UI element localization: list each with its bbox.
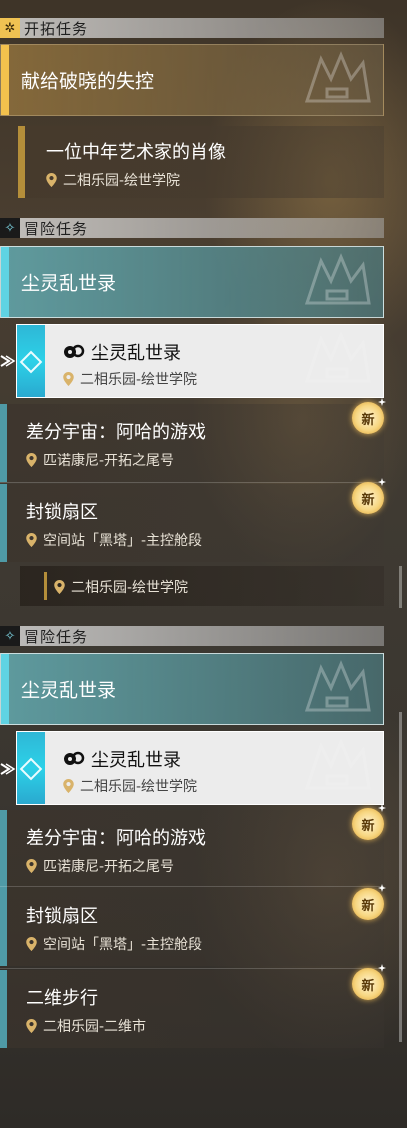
accent-bar [1, 654, 9, 724]
location-text: 二相乐园-绘世学院 [63, 173, 181, 189]
selected-quest-title-row: 尘灵乱世录 [63, 339, 181, 365]
location: 二相乐园-绘世学院 [46, 170, 180, 190]
location-text: 空间站「黑塔」-主控舱段 [43, 937, 203, 953]
selection-arrow-icon [0, 763, 16, 775]
section-title: 冒险任务 [24, 219, 89, 238]
quest-item[interactable]: 差分宇宙：阿哈的游戏 匹诺康尼-开拓之尾号 [0, 810, 384, 888]
quest-group-header[interactable]: 尘灵乱世录 [0, 246, 384, 318]
location-pin-icon [26, 533, 37, 547]
divider [0, 482, 384, 483]
section-header-trailblaze: ✲ 开拓任务 [0, 18, 384, 38]
accent-bar [18, 126, 25, 198]
location-text: 匹诺康尼-开拓之尾号 [43, 453, 175, 469]
adventure-icon: ✧ [0, 218, 20, 238]
scrollbar[interactable] [399, 712, 402, 1042]
quest-item[interactable]: 二维步行 二相乐园-二维市 [0, 970, 384, 1048]
quest-group-title: 尘灵乱世录 [21, 679, 117, 702]
selection-strip [17, 732, 45, 804]
new-badge-icon: 新 [352, 402, 384, 434]
location: 匹诺康尼-开拓之尾号 [26, 856, 174, 876]
quest-group-title: 尘灵乱世录 [21, 272, 117, 295]
location: 二相乐园-绘世学院 [63, 776, 197, 796]
accent-bar [0, 970, 7, 1048]
emblem-icon [297, 49, 377, 113]
quest-item-title: 封锁扇区 [26, 906, 98, 927]
selection-strip [17, 325, 45, 397]
trailblaze-icon: ✲ [0, 18, 20, 38]
selection-arrow-icon [0, 355, 16, 367]
accent-bar [0, 888, 7, 966]
quest-item[interactable]: 封锁扇区 空间站「黑塔」-主控舱段 [0, 484, 384, 562]
divider [0, 886, 384, 887]
section-header-adventure: ✧ 冒险任务 [0, 626, 384, 646]
emblem-icon [297, 658, 377, 722]
new-badge-icon: 新 [352, 888, 384, 920]
quest-item-title: 封锁扇区 [26, 502, 98, 523]
quest-item[interactable]: 差分宇宙：阿哈的游戏 匹诺康尼-开拓之尾号 [0, 404, 384, 482]
location-pin-icon [54, 580, 65, 594]
subquest-card[interactable]: 一位中年艺术家的肖像 二相乐园-绘世学院 [18, 126, 384, 198]
selected-quest-card[interactable]: 尘灵乱世录 二相乐园-绘世学院 [16, 731, 384, 805]
location: 二相乐园-绘世学院 [63, 369, 197, 389]
quest-card-frontier[interactable]: 献给破晓的失控 [0, 44, 384, 116]
quest-title: 献给破晓的失控 [21, 70, 155, 93]
selected-quest-title: 尘灵乱世录 [91, 343, 181, 364]
location: 空间站「黑塔」-主控舱段 [26, 934, 202, 954]
accent-bar [1, 45, 9, 115]
diamond-icon [19, 350, 43, 374]
location-pin-icon [46, 173, 57, 187]
emblem-icon [297, 329, 377, 393]
quest-item-title: 二维步行 [26, 988, 98, 1009]
section-title: 冒险任务 [24, 627, 89, 646]
selected-quest-title: 尘灵乱世录 [91, 750, 181, 771]
location-text: 二相乐园-绘世学院 [80, 372, 198, 388]
location-pin-icon [26, 1019, 37, 1033]
location-text: 空间站「黑塔」-主控舱段 [43, 533, 203, 549]
quest-item-title: 差分宇宙：阿哈的游戏 [26, 422, 206, 443]
emblem-icon [297, 251, 377, 315]
accent-bar [1, 247, 9, 317]
accent-bar [0, 404, 7, 482]
location: 二相乐园-二维市 [26, 1016, 146, 1036]
location-pin-icon [63, 372, 74, 386]
adventure-icon: ✧ [0, 626, 20, 646]
section-title: 开拓任务 [24, 19, 89, 38]
divider [0, 968, 384, 969]
partial-quest-row[interactable]: 二相乐园-绘世学院 [20, 566, 384, 606]
scrollbar[interactable] [399, 566, 402, 608]
selected-quest-card[interactable]: 尘灵乱世录 二相乐园-绘世学院 [16, 324, 384, 398]
quest-item[interactable]: 封锁扇区 空间站「黑塔」-主控舱段 [0, 888, 384, 966]
location-text: 匹诺康尼-开拓之尾号 [43, 859, 175, 875]
subquest-title: 一位中年艺术家的肖像 [46, 142, 226, 163]
location-pin-icon [26, 453, 37, 467]
location-pin-icon [26, 937, 37, 951]
location-text: 二相乐园-二维市 [43, 1019, 147, 1035]
section-header-adventure: ✧ 冒险任务 [0, 218, 384, 238]
selected-quest-title-row: 尘灵乱世录 [63, 746, 181, 772]
new-badge-icon: 新 [352, 968, 384, 1000]
new-badge-icon: 新 [352, 482, 384, 514]
location: 二相乐园-绘世学院 [54, 577, 188, 597]
accent-bar [44, 572, 47, 600]
quest-item-title: 差分宇宙：阿哈的游戏 [26, 828, 206, 849]
location: 匹诺康尼-开拓之尾号 [26, 450, 174, 470]
location-pin-icon [63, 779, 74, 793]
location: 空间站「黑塔」-主控舱段 [26, 530, 202, 550]
quest-group-header[interactable]: 尘灵乱世录 [0, 653, 384, 725]
new-badge-icon: 新 [352, 808, 384, 840]
accent-bar [0, 810, 7, 888]
location-text: 二相乐园-绘世学院 [71, 580, 189, 596]
diamond-icon [19, 757, 43, 781]
emblem-icon [297, 736, 377, 800]
accent-bar [0, 484, 7, 562]
location-pin-icon [26, 859, 37, 873]
location-text: 二相乐园-绘世学院 [80, 779, 198, 795]
quest-type-icon [64, 751, 85, 765]
quest-type-icon [64, 344, 85, 358]
